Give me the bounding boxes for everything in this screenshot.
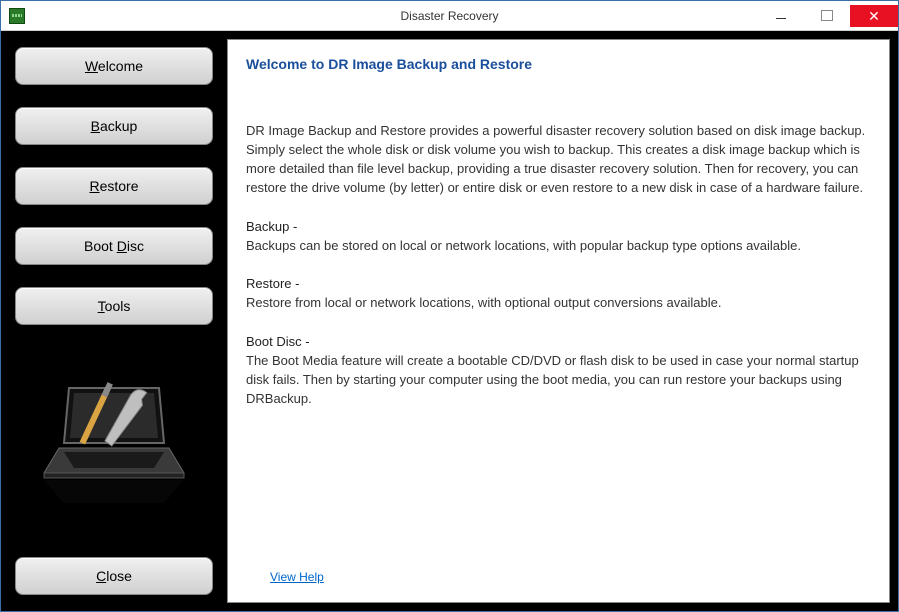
sidebar-illustration [15,357,213,529]
tools-button[interactable]: Tools [15,287,213,325]
bootdisc-text: The Boot Media feature will create a boo… [246,352,871,409]
sidebar: Welcome Backup Restore Boot Disc Tools [9,39,219,603]
laptop-tools-icon [34,378,194,508]
maximize-button[interactable] [804,5,850,27]
nav-label: Tools [98,298,131,314]
close-window-button[interactable]: ✕ [850,5,898,27]
restore-button[interactable]: Restore [15,167,213,205]
boot-disc-button[interactable]: Boot Disc [15,227,213,265]
bootdisc-section: Boot Disc - The Boot Media feature will … [246,333,871,408]
close-icon: ✕ [868,9,880,23]
minimize-button[interactable] [758,5,804,27]
window-controls: ✕ [758,5,898,27]
nav-label: Restore [89,178,138,194]
nav-label: Welcome [85,58,143,74]
restore-section: Restore - Restore from local or network … [246,275,871,313]
bootdisc-label: Boot Disc - [246,333,871,352]
welcome-button[interactable]: Welcome [15,47,213,85]
app-window: Disaster Recovery ✕ Welcome Backup Resto… [0,0,899,612]
backup-text: Backups can be stored on local or networ… [246,237,871,256]
app-body: Welcome Backup Restore Boot Disc Tools [1,31,898,611]
restore-text: Restore from local or network locations,… [246,294,871,313]
view-help-link[interactable]: View Help [270,569,324,586]
nav-label: Close [96,568,132,584]
content-panel: Welcome to DR Image Backup and Restore D… [227,39,890,603]
restore-label: Restore - [246,275,871,294]
backup-section: Backup - Backups can be stored on local … [246,218,871,256]
content-heading: Welcome to DR Image Backup and Restore [246,54,871,74]
nav-label: Backup [91,118,138,134]
close-button[interactable]: Close [15,557,213,595]
intro-text: DR Image Backup and Restore provides a p… [246,122,871,197]
app-icon [9,8,25,24]
titlebar: Disaster Recovery ✕ [1,1,898,31]
backup-label: Backup - [246,218,871,237]
backup-button[interactable]: Backup [15,107,213,145]
nav-label: Boot Disc [84,238,144,254]
